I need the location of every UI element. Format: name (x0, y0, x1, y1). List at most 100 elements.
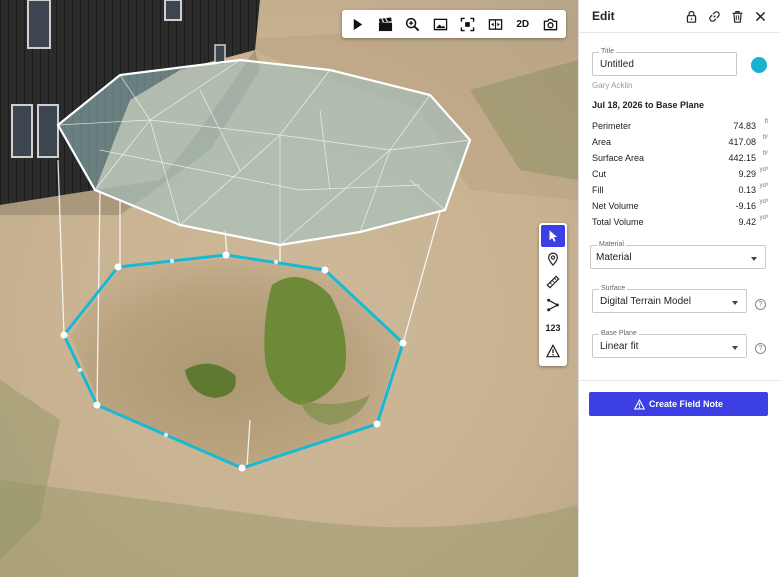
metric-value: 442.15 (728, 153, 756, 163)
play-icon (354, 18, 363, 30)
screenshot-button[interactable] (537, 12, 563, 36)
midpoint-handle[interactable] (77, 367, 83, 373)
midpoint-handle[interactable] (273, 259, 279, 265)
fit-extent-button[interactable] (455, 12, 481, 36)
label-tool-button[interactable]: 123 (541, 317, 565, 339)
pin-tool-button[interactable] (541, 248, 565, 270)
metric-fill: Fill 0.13 yd³ (592, 183, 768, 199)
share-link-button[interactable] (704, 6, 724, 26)
view-toolbar: 2D (342, 10, 566, 38)
map-viewport[interactable]: 2D 123 (0, 0, 578, 577)
aerial-scene[interactable] (0, 0, 578, 577)
fit-extent-icon (460, 17, 475, 31)
base-plane-help-icon[interactable]: ? (755, 343, 766, 354)
metric-label: Net Volume (592, 201, 639, 211)
create-field-note-label: Create Field Note (648, 399, 724, 409)
create-field-note-button[interactable]: Create Field Note (589, 392, 768, 416)
metric-unit: yd³ (759, 199, 768, 205)
metric-value: 9.42 (738, 217, 756, 227)
window (27, 0, 51, 49)
image-view-button[interactable] (427, 12, 453, 36)
panel-divider (578, 380, 780, 381)
material-select[interactable]: Material Material (590, 241, 766, 269)
metric-value: -9.16 (735, 201, 756, 211)
metric-value: 0.13 (738, 185, 756, 195)
metric-unit: ft (764, 119, 768, 125)
flythrough-button[interactable] (372, 12, 398, 36)
window (37, 104, 59, 158)
issue-tool-button[interactable] (541, 340, 565, 362)
select-tool-button[interactable] (541, 225, 565, 247)
camera-icon (543, 18, 557, 30)
metric-label: Perimeter (592, 121, 632, 131)
map-pin-icon (548, 252, 558, 266)
metric-total-volume: Total Volume 9.42 yd³ (592, 215, 768, 231)
window (11, 104, 33, 158)
compare-button[interactable] (482, 12, 508, 36)
zoom-in-icon (406, 17, 420, 31)
metric-unit: ft² (762, 135, 768, 141)
vertex-handle[interactable] (60, 331, 68, 339)
distance-tool-button[interactable] (541, 271, 565, 293)
metric-value: 9.29 (738, 169, 756, 179)
metric-label: Fill (592, 185, 604, 195)
delete-button[interactable] (727, 6, 747, 26)
metric-value: 417.08 (728, 137, 756, 147)
base-plane-select[interactable]: Base Plane Linear fit (592, 330, 747, 358)
metric-unit: ft² (762, 151, 768, 157)
midpoint-handle[interactable] (163, 432, 169, 438)
metric-cut: Cut 9.29 yd³ (592, 167, 768, 183)
ruler-icon (546, 275, 560, 289)
color-picker-swatch[interactable] (751, 57, 767, 73)
vertex-handle[interactable] (222, 251, 230, 259)
metric-label: Surface Area (592, 153, 645, 163)
chevron-down-icon (732, 346, 738, 350)
metric-unit: yd³ (759, 183, 768, 189)
pointer-icon (549, 230, 558, 242)
zoom-button[interactable] (400, 12, 426, 36)
trash-icon (732, 10, 742, 23)
surface-select-label: Surface (599, 285, 628, 293)
material-select-label: Material (597, 241, 626, 249)
midpoint-handle[interactable] (169, 258, 175, 264)
clapperboard-icon (378, 16, 392, 31)
metric-label: Cut (592, 169, 607, 179)
compare-icon (488, 18, 502, 30)
surface-select-value: Digital Terrain Model (600, 296, 691, 307)
image-icon (433, 18, 447, 30)
lock-button[interactable] (681, 6, 701, 26)
polyline-icon (547, 298, 559, 312)
lock-icon (686, 10, 696, 23)
surface-help-icon[interactable]: ? (755, 299, 766, 310)
base-plane-select-label: Base Plane (599, 330, 639, 338)
link-icon (708, 10, 720, 22)
vertex-handle[interactable] (321, 266, 329, 274)
view-mode-2d-button[interactable]: 2D (510, 12, 536, 36)
title-field[interactable]: Title Untitled (592, 48, 737, 76)
comparison-date: Jul 18, 2026 to Base Plane (592, 100, 705, 110)
metric-perimeter: Perimeter 74.83 ft (592, 119, 768, 135)
vertex-handle[interactable] (93, 401, 101, 409)
metric-unit: yd³ (759, 167, 768, 173)
title-field-label: Title (599, 48, 616, 56)
vertex-handle[interactable] (373, 420, 381, 428)
vertex-handle[interactable] (399, 339, 407, 347)
vertex-handle[interactable] (238, 464, 246, 472)
chevron-down-icon (751, 257, 757, 261)
play-button[interactable] (345, 12, 371, 36)
metric-value: 74.83 (733, 121, 756, 131)
material-select-value: Material (596, 252, 632, 263)
polyline-tool-button[interactable] (541, 294, 565, 316)
metric-area: Area 417.08 ft² (592, 135, 768, 151)
surface-select[interactable]: Surface Digital Terrain Model (592, 285, 747, 313)
metric-surface-area: Surface Area 442.15 ft² (592, 151, 768, 167)
warning-icon (633, 398, 645, 410)
metric-label: Area (592, 137, 612, 147)
vertex-handle[interactable] (114, 263, 122, 271)
close-panel-button[interactable] (750, 6, 770, 26)
measure-tools: 123 (539, 223, 567, 366)
panel-title: Edit (592, 9, 615, 23)
metric-label: Total Volume (592, 217, 644, 227)
close-icon (755, 11, 765, 21)
chevron-down-icon (732, 301, 738, 305)
